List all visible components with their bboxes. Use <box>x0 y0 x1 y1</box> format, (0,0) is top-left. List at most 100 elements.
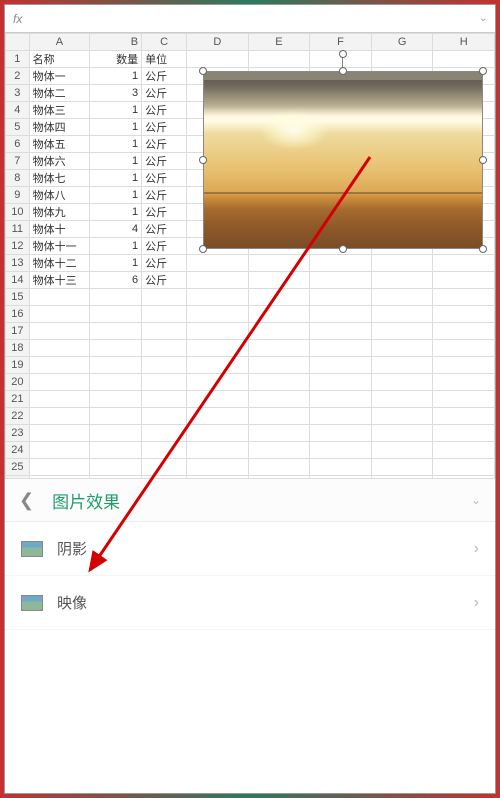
cell[interactable] <box>29 374 89 391</box>
option-shadow[interactable]: 阴影 › <box>5 522 495 576</box>
cell[interactable] <box>248 272 310 289</box>
cell[interactable] <box>433 391 495 408</box>
cell[interactable]: 物体十 <box>29 221 89 238</box>
cell[interactable] <box>187 51 249 68</box>
cell[interactable] <box>142 289 187 306</box>
cell[interactable] <box>187 408 249 425</box>
cell[interactable] <box>433 272 495 289</box>
cell[interactable] <box>142 408 187 425</box>
cell[interactable] <box>187 459 249 476</box>
rotate-handle[interactable] <box>339 50 347 58</box>
col-header[interactable]: F <box>310 34 372 51</box>
row-header[interactable]: 5 <box>6 119 30 136</box>
cell[interactable] <box>433 255 495 272</box>
cell[interactable]: 1 <box>90 68 142 85</box>
row-header[interactable]: 24 <box>6 442 30 459</box>
cell[interactable] <box>90 391 142 408</box>
cell[interactable]: 1 <box>90 255 142 272</box>
cell[interactable] <box>248 459 310 476</box>
cell[interactable]: 1 <box>90 238 142 255</box>
cell[interactable] <box>433 459 495 476</box>
cell[interactable] <box>142 340 187 357</box>
cell[interactable]: 3 <box>90 85 142 102</box>
cell[interactable] <box>187 357 249 374</box>
cell[interactable] <box>248 255 310 272</box>
cell[interactable]: 物体四 <box>29 119 89 136</box>
embedded-picture[interactable] <box>203 71 483 249</box>
back-icon[interactable]: ❮ <box>19 490 34 511</box>
cell[interactable] <box>142 391 187 408</box>
cell[interactable] <box>187 442 249 459</box>
cell[interactable] <box>433 340 495 357</box>
row-header[interactable]: 26 <box>6 476 30 479</box>
cell[interactable] <box>29 357 89 374</box>
cell[interactable] <box>310 340 372 357</box>
cell[interactable]: 1 <box>90 136 142 153</box>
cell[interactable] <box>310 374 372 391</box>
cell[interactable] <box>90 323 142 340</box>
cell[interactable] <box>142 425 187 442</box>
cell[interactable] <box>29 425 89 442</box>
row-header[interactable]: 17 <box>6 323 30 340</box>
cell[interactable]: 公斤 <box>142 68 187 85</box>
cell[interactable]: 公斤 <box>142 136 187 153</box>
cell[interactable]: 公斤 <box>142 153 187 170</box>
cell[interactable] <box>248 357 310 374</box>
row-header[interactable]: 7 <box>6 153 30 170</box>
cell[interactable]: 物体二 <box>29 85 89 102</box>
resize-handle-bm[interactable] <box>339 245 347 253</box>
cell[interactable] <box>90 425 142 442</box>
cell[interactable] <box>142 442 187 459</box>
cell[interactable] <box>248 340 310 357</box>
cell[interactable]: 公斤 <box>142 238 187 255</box>
cell[interactable]: 公斤 <box>142 221 187 238</box>
cell[interactable] <box>90 476 142 479</box>
resize-handle-ml[interactable] <box>199 156 207 164</box>
cell[interactable] <box>310 323 372 340</box>
row-header[interactable]: 3 <box>6 85 30 102</box>
cell[interactable] <box>142 323 187 340</box>
col-header[interactable]: E <box>248 34 310 51</box>
cell[interactable] <box>142 476 187 479</box>
cell[interactable] <box>371 459 433 476</box>
cell[interactable] <box>433 476 495 479</box>
row-header[interactable]: 18 <box>6 340 30 357</box>
chevron-down-icon[interactable]: ⌄ <box>471 493 481 507</box>
cell[interactable] <box>310 357 372 374</box>
col-header[interactable]: B <box>90 34 142 51</box>
cell[interactable] <box>433 306 495 323</box>
cell[interactable]: 公斤 <box>142 170 187 187</box>
cell[interactable] <box>371 272 433 289</box>
cell[interactable] <box>29 408 89 425</box>
col-header[interactable]: G <box>371 34 433 51</box>
cell[interactable] <box>90 306 142 323</box>
cell[interactable] <box>310 272 372 289</box>
cell[interactable] <box>187 323 249 340</box>
cell[interactable] <box>310 391 372 408</box>
row-header[interactable]: 22 <box>6 408 30 425</box>
cell[interactable] <box>371 391 433 408</box>
cell[interactable] <box>433 51 495 68</box>
cell[interactable]: 1 <box>90 187 142 204</box>
cell[interactable] <box>371 340 433 357</box>
cell[interactable] <box>142 357 187 374</box>
cell[interactable] <box>310 425 372 442</box>
cell[interactable] <box>433 408 495 425</box>
cell[interactable]: 数量 <box>90 51 142 68</box>
col-header[interactable]: D <box>187 34 249 51</box>
row-header[interactable]: 10 <box>6 204 30 221</box>
cell[interactable] <box>371 442 433 459</box>
cell[interactable] <box>433 357 495 374</box>
cell[interactable] <box>310 289 372 306</box>
resize-handle-tl[interactable] <box>199 67 207 75</box>
select-all-corner[interactable] <box>6 34 30 51</box>
cell[interactable] <box>29 323 89 340</box>
cell[interactable]: 物体一 <box>29 68 89 85</box>
row-header[interactable]: 9 <box>6 187 30 204</box>
cell[interactable]: 1 <box>90 204 142 221</box>
cell[interactable] <box>310 306 372 323</box>
row-header[interactable]: 14 <box>6 272 30 289</box>
row-header[interactable]: 21 <box>6 391 30 408</box>
row-header[interactable]: 19 <box>6 357 30 374</box>
cell[interactable] <box>187 476 249 479</box>
